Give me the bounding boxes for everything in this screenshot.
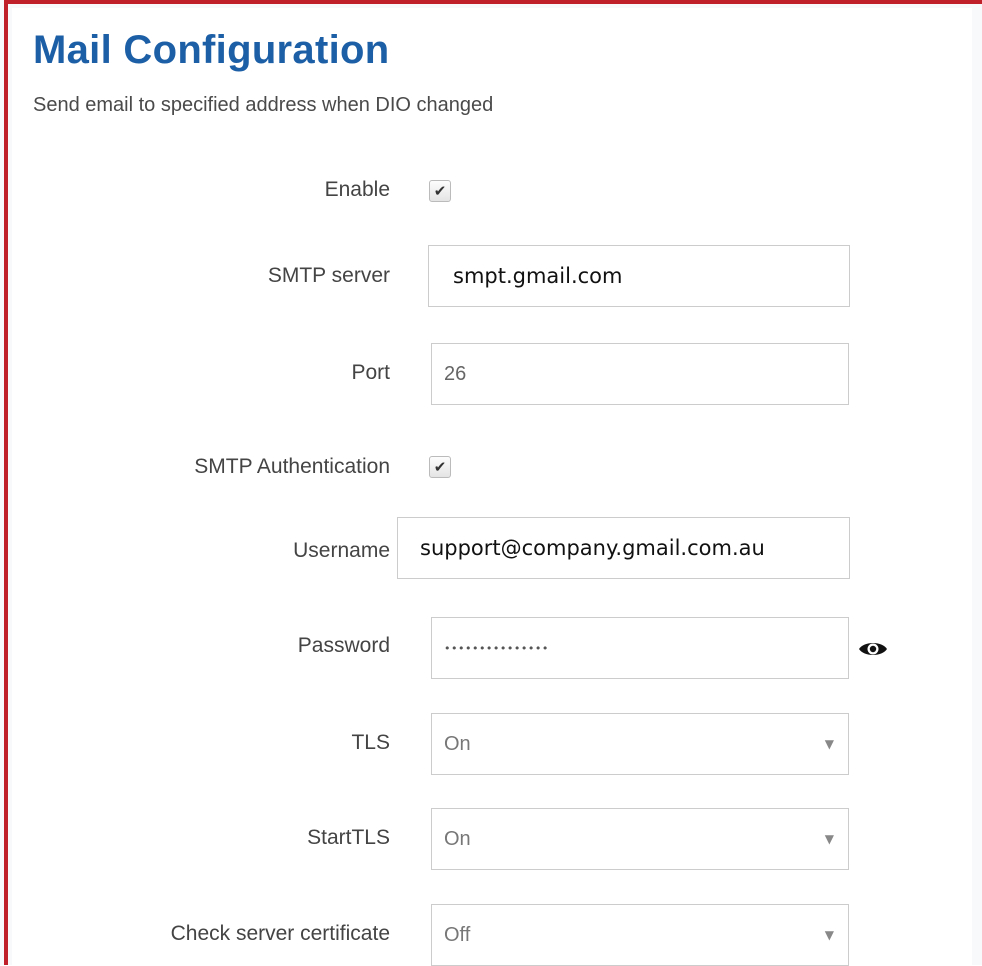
port-input[interactable]: 26 [431, 343, 849, 405]
panel-top-border [4, 0, 982, 4]
username-input[interactable]: support@company.gmail.com.au [397, 517, 850, 579]
check-cert-label: Check server certificate [170, 922, 390, 945]
starttls-label: StartTLS [307, 826, 390, 849]
tls-select[interactable]: On ▼ [431, 713, 849, 775]
smtp-server-label: SMTP server [267, 264, 390, 287]
tls-label: TLS [351, 731, 390, 754]
enable-checkbox[interactable]: ✔ [429, 180, 451, 202]
password-input[interactable]: ••••••••••••••• [431, 617, 849, 679]
smtp-auth-label: SMTP Authentication [194, 455, 390, 478]
smtp-server-input[interactable]: smpt.gmail.com [428, 245, 850, 307]
page-background: Mail Configuration Send email to specifi… [0, 0, 982, 966]
page-subtitle: Send email to specified address when DIO… [33, 94, 494, 116]
eye-icon[interactable] [858, 640, 888, 663]
check-cert-select[interactable]: Off ▼ [431, 904, 849, 966]
chevron-down-icon: ▼ [824, 737, 834, 751]
panel-left-border [4, 0, 8, 965]
port-label: Port [351, 361, 390, 384]
username-label: Username [293, 539, 390, 562]
tls-select-value: On [444, 732, 471, 755]
starttls-select[interactable]: On ▼ [431, 808, 849, 870]
chevron-down-icon: ▼ [824, 832, 834, 846]
password-label: Password [297, 634, 390, 657]
enable-label: Enable [324, 178, 390, 201]
smtp-auth-checkbox[interactable]: ✔ [429, 456, 451, 478]
check-cert-select-value: Off [444, 923, 471, 946]
page-title: Mail Configuration [33, 28, 390, 72]
starttls-select-value: On [444, 827, 471, 850]
chevron-down-icon: ▼ [824, 928, 834, 942]
